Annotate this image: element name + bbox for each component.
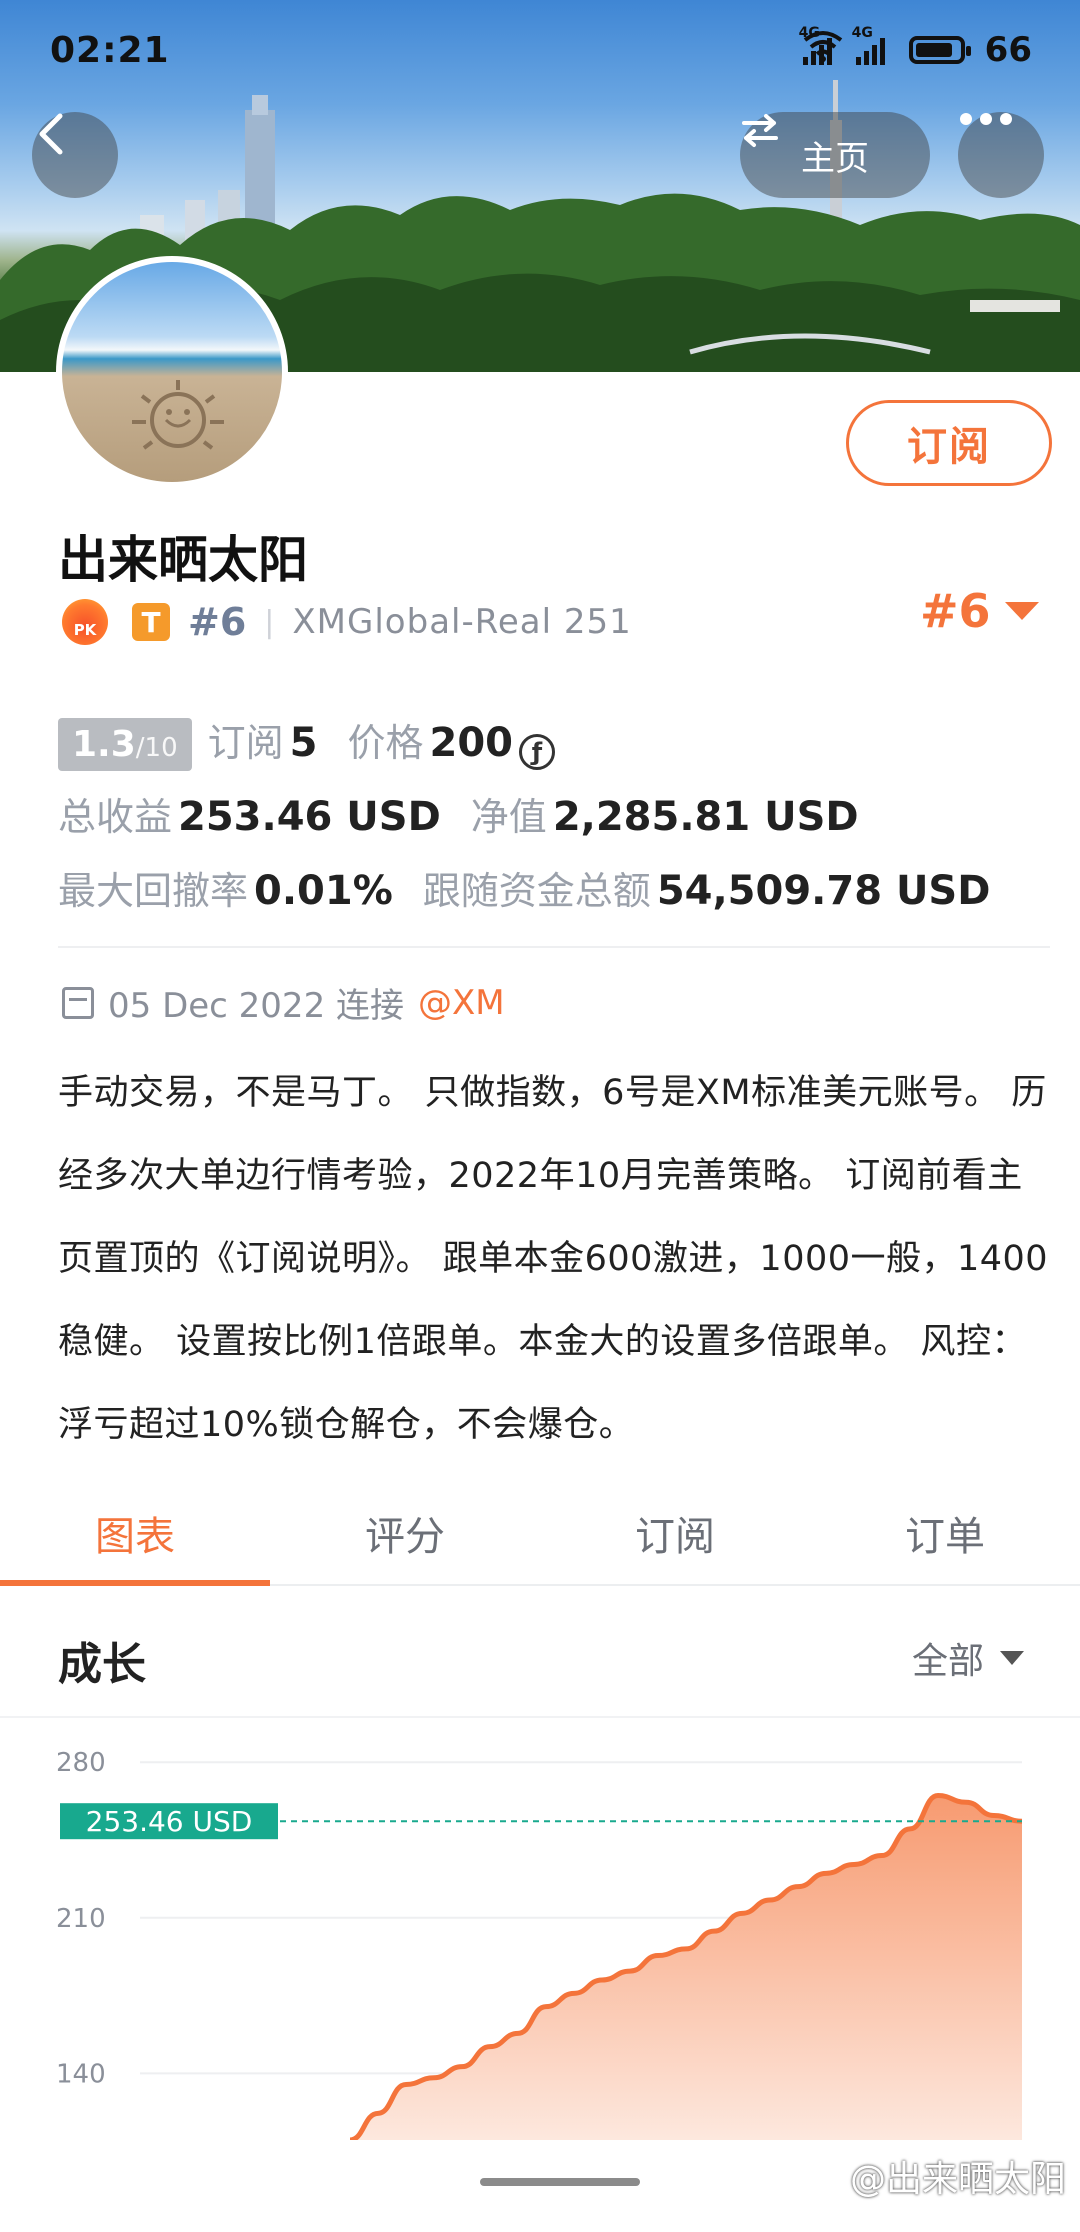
tab-chart[interactable]: 图表 (0, 1490, 270, 1586)
max-drawdown-label: 最大回撤率 (58, 869, 249, 913)
growth-chart[interactable]: 280 210 140 253.46 USD (0, 1720, 1080, 2143)
caret-down-icon (1000, 1651, 1024, 1665)
more-button[interactable] (958, 112, 1044, 198)
connection-date: 05 Dec 2022 连接 (108, 986, 405, 1026)
signal-icon: 4G (799, 25, 832, 65)
home-button[interactable]: 主页 (740, 112, 930, 198)
sun-drawing-image (132, 380, 224, 450)
growth-section-header: 成长 全部 (0, 1588, 1080, 1718)
meta-row: PK T #6 | XMGlobal-Real 251 (62, 594, 632, 650)
max-drawdown-value: 0.01% (254, 868, 393, 914)
tab-orders[interactable]: 订单 (810, 1490, 1080, 1584)
signal-icon-2: 4G (852, 25, 885, 65)
separator: | (264, 604, 275, 640)
swap-icon (742, 114, 778, 147)
subscribe-count-value: 5 (289, 720, 318, 766)
total-profit-label: 总收益 (58, 795, 173, 839)
back-button[interactable] (32, 112, 118, 198)
status-icons: 4G 4G 66 (799, 25, 1032, 70)
caret-down-icon (1004, 602, 1039, 620)
rank-dropdown[interactable]: #6 (920, 584, 1039, 638)
equity-value: 2,285.81 USD (552, 794, 859, 840)
follow-funds-label: 跟随资金总额 (422, 869, 651, 913)
stat-line-profit: 总收益 253.46 USD 净值 2,285.81 USD (58, 786, 1048, 860)
broker-link[interactable]: @XM (418, 983, 505, 1023)
watermark: @出来晒太阳 (849, 2159, 1066, 2200)
coin-icon: ƒ (519, 734, 555, 770)
growth-area (350, 1795, 1022, 2140)
current-value-label: 253.46 USD (86, 1805, 253, 1838)
price-value: 200 (429, 720, 514, 766)
tab-bar: 图表 评分 订阅 订单 (0, 1490, 1080, 1586)
tab-subscribe[interactable]: 订阅 (540, 1490, 810, 1584)
pk-badge-icon[interactable]: PK (62, 599, 108, 645)
tab-rating[interactable]: 评分 (270, 1490, 540, 1584)
trader-name: 出来晒太阳 (58, 531, 308, 589)
y-tick-label: 210 (56, 1904, 106, 1934)
battery-icon (908, 36, 971, 64)
score-badge: 1.3/10 (58, 718, 192, 771)
subscribe-button[interactable]: 订阅 (846, 400, 1052, 486)
growth-chart-svg: 280 210 140 253.46 USD (56, 1748, 1023, 2143)
strategy-description: 手动交易，不是马丁。 只做指数，6号是XM标准美元账号。 历经多次大单边行情考验… (58, 1073, 1049, 1445)
equity-label: 净值 (470, 795, 547, 839)
section-title: 成长 (58, 1639, 146, 1690)
t-badge-icon[interactable]: T (132, 603, 170, 641)
range-select-label: 全部 (911, 1641, 984, 1682)
stat-line-drawdown: 最大回撤率 0.01% 跟随资金总额 54,509.78 USD (58, 860, 1048, 934)
subscribe-count-label: 订阅 (207, 721, 284, 765)
rank-label: #6 (188, 600, 247, 644)
price-label: 价格 (347, 721, 424, 765)
total-profit-value: 253.46 USD (178, 794, 441, 840)
connection-row: 05 Dec 2022 连接 @XM (62, 978, 505, 1027)
y-tick-label: 280 (56, 1748, 106, 1778)
follow-funds-value: 54,509.78 USD (656, 868, 991, 914)
home-indicator[interactable] (480, 2178, 640, 2186)
range-select[interactable]: 全部 (912, 1632, 1024, 1684)
status-bar: 02:21 4G 4G 66 (0, 0, 1080, 110)
more-icon (960, 113, 1012, 125)
avatar[interactable] (56, 256, 288, 488)
account-name: XMGlobal-Real 251 (292, 602, 632, 642)
chevron-left-icon (39, 113, 63, 155)
home-button-label: 主页 (801, 138, 869, 179)
battery-level: 66 (984, 30, 1032, 70)
rank-dropdown-label: #6 (920, 584, 991, 638)
status-time: 02:21 (50, 30, 170, 71)
calendar-icon (62, 986, 94, 1019)
y-tick-label: 140 (56, 2059, 106, 2089)
divider (58, 946, 1050, 948)
stat-line-score: 1.3/10 订阅 5 价格 200 ƒ (58, 712, 1048, 786)
stats-block: 1.3/10 订阅 5 价格 200 ƒ 总收益 253.46 USD 净值 2… (58, 712, 1048, 934)
